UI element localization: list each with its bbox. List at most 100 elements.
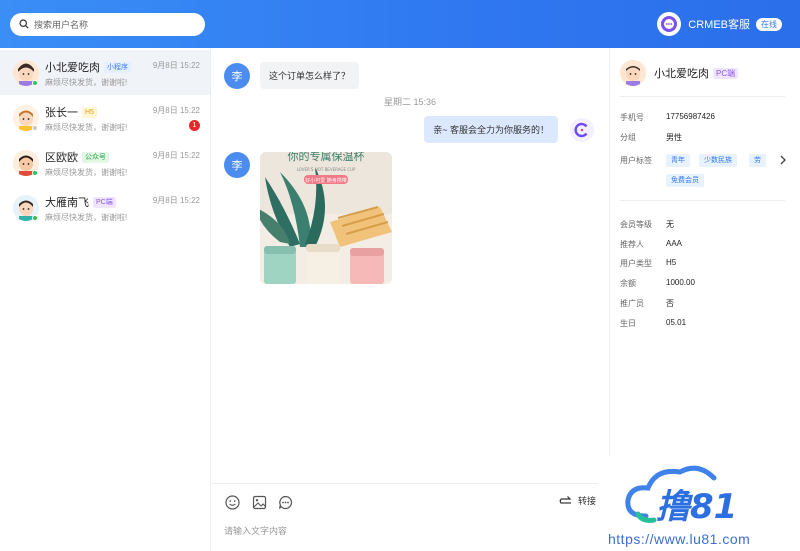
conversation-name: 张长一 [45,107,78,119]
message-bubble: 亲~ 客服会全力为你服务的！ [424,116,558,143]
conversation-time: 9月8日 15:22 [152,151,200,160]
conversation-name: 小北爱吃肉 [45,62,100,74]
crmeb-logo-icon [657,12,682,36]
profile-header: 小北爱吃肉 PC端 [620,60,739,86]
detail-label: 推广员 [620,299,644,308]
service-avatar-icon [570,117,594,142]
message-bubble: 这个订单怎么样了？ [260,62,360,89]
field-label: 用户标签 [620,156,652,165]
search-box[interactable] [10,13,205,36]
profile-name: 小北爱吃肉 [654,68,709,80]
detail-value: 无 [666,220,674,229]
site-watermark: 撸81 https://www.lu81.com [598,456,800,551]
app-window: { "search": {"placeholder": "搜索用户名称"}, "… [0,0,800,551]
image-badge-text: 好小可爱 随身携带 [305,177,347,184]
user-tag-chip: 免费会员 [666,174,704,187]
image-upload-icon[interactable] [252,495,267,510]
field-tags: 用户标签 [620,155,666,166]
conversation-name-row: 大雁南飞 PC端 [45,194,116,210]
detail-row: 用户类型 H5 [620,258,676,269]
conversation-time: 9月8日 15:22 [152,61,200,70]
source-tag: PC端 [93,196,116,208]
detail-row: 会员等级 无 [620,219,674,230]
detail-label: 余额 [620,279,636,288]
transfer-icon [559,495,572,504]
detail-row: 推广员 否 [620,298,674,309]
conversation-time: 9月8日 15:22 [152,196,200,205]
conversation-last-message: 麻烦尽快发货，谢谢啦! [45,78,128,87]
profile-avatar [620,60,646,86]
online-dot [32,80,38,86]
conversation-list: 小北爱吃肉 小程序 9月8日 15:22 麻烦尽快发货，谢谢啦! 张长一 H5 9月… [0,48,211,551]
user-tag-chip: 少数民族 [699,154,737,167]
chevron-right-icon[interactable] [779,155,787,165]
watermark-url: https://www.lu81.com [608,531,751,547]
detail-value: AAA [666,239,683,248]
quick-reply-icon[interactable] [278,495,293,510]
divider [620,200,785,201]
message-incoming: 李 这个订单怎么样了？ [224,62,360,89]
brand-name: CRMEB客服 [688,19,750,31]
message-outgoing: 亲~ 客服会全力为你服务的！ [424,116,594,143]
detail-value: 05.01 [666,318,687,327]
emoji-icon[interactable] [225,495,240,510]
field-label: 手机号 [620,113,644,122]
watermark-logo-text: 撸81 [656,487,737,527]
conversation-name-row: 区欧欧 公众号 [45,149,109,165]
chat-panel: 李 这个订单怎么样了？ 星期二 15:36 亲~ 客服会全力为你服务的！ 李 你… [212,48,608,551]
cloud-logo-icon: 撸81 [625,465,737,527]
conversation-item[interactable]: 小北爱吃肉 小程序 9月8日 15:22 麻烦尽快发货，谢谢啦! [0,50,210,95]
transfer-button[interactable]: 转接 [559,494,596,507]
search-icon [19,19,29,29]
divider [620,96,785,97]
conversation-name: 大雁南飞 [45,197,89,209]
user-avatar: 李 [224,152,250,178]
detail-row: 生日 05.01 [620,318,686,329]
detail-label: 推荐人 [620,240,644,249]
source-tag: 公众号 [82,151,109,163]
field-value: 17756987426 [666,112,715,121]
conversation-name-row: 张长一 H5 [45,104,97,120]
detail-value: H5 [666,258,677,267]
detail-value: 1000.00 [666,278,695,287]
conversation-name: 区欧欧 [45,152,78,164]
profile-source-tag: PC端 [713,67,739,79]
user-avatar: 李 [224,62,250,89]
unread-badge: 1 [189,120,200,131]
chat-input-toolbar: 转接 [212,483,608,551]
field-phone: 手机号 17756987426 [620,112,715,123]
field-value: 男性 [666,133,682,142]
time-divider: 星期二 15:36 [383,97,437,107]
detail-row: 余额 1000.00 [620,278,695,289]
field-group: 分组 男性 [620,132,682,143]
detail-label: 生日 [620,319,636,328]
message-incoming-image: 李 你的专属保温杯 LOVER'S HOT BEVERAGE CUP 好小可爱 … [224,152,392,284]
detail-row: 推荐人 AAA [620,239,682,250]
image-subtitle-text: LOVER'S HOT BEVERAGE CUP [297,167,356,172]
conversation-item[interactable]: 大雁南飞 PC端 9月8日 15:22 麻烦尽快发货，谢谢啦! [0,185,210,230]
conversation-last-message: 麻烦尽快发货，谢谢啦! [45,123,128,132]
conversation-time: 9月8日 15:22 [152,106,200,115]
product-image[interactable]: 你的专属保温杯 LOVER'S HOT BEVERAGE CUP 好小可爱 随身… [260,152,392,284]
detail-value: 否 [666,299,674,308]
online-dot [32,215,38,221]
detail-label: 会员等级 [620,220,652,229]
conversation-name-row: 小北爱吃肉 小程序 [45,59,131,75]
detail-label: 用户类型 [620,259,652,268]
image-title-text: 你的专属保温杯 [288,152,365,163]
user-tag-chip: 青年 [666,154,690,167]
field-label: 分组 [620,133,636,142]
conversation-item[interactable]: 张长一 H5 9月8日 15:22 麻烦尽快发货，谢谢啦! 1 [0,95,210,140]
user-tag-chip: 劳 [749,154,766,167]
offline-dot [32,125,38,131]
transfer-label: 转接 [577,496,596,506]
message-input[interactable] [224,526,594,536]
online-dot [32,170,38,176]
conversation-item[interactable]: 区欧欧 公众号 9月8日 15:22 麻烦尽快发货，谢谢啦! [0,140,210,185]
online-status-badge: 在线 [756,17,782,31]
conversation-last-message: 麻烦尽快发货，谢谢啦! [45,213,128,222]
source-tag: 小程序 [104,61,131,73]
search-input[interactable] [34,16,194,33]
source-tag: H5 [82,106,97,118]
top-header: CRMEB客服 在线 [0,0,800,48]
